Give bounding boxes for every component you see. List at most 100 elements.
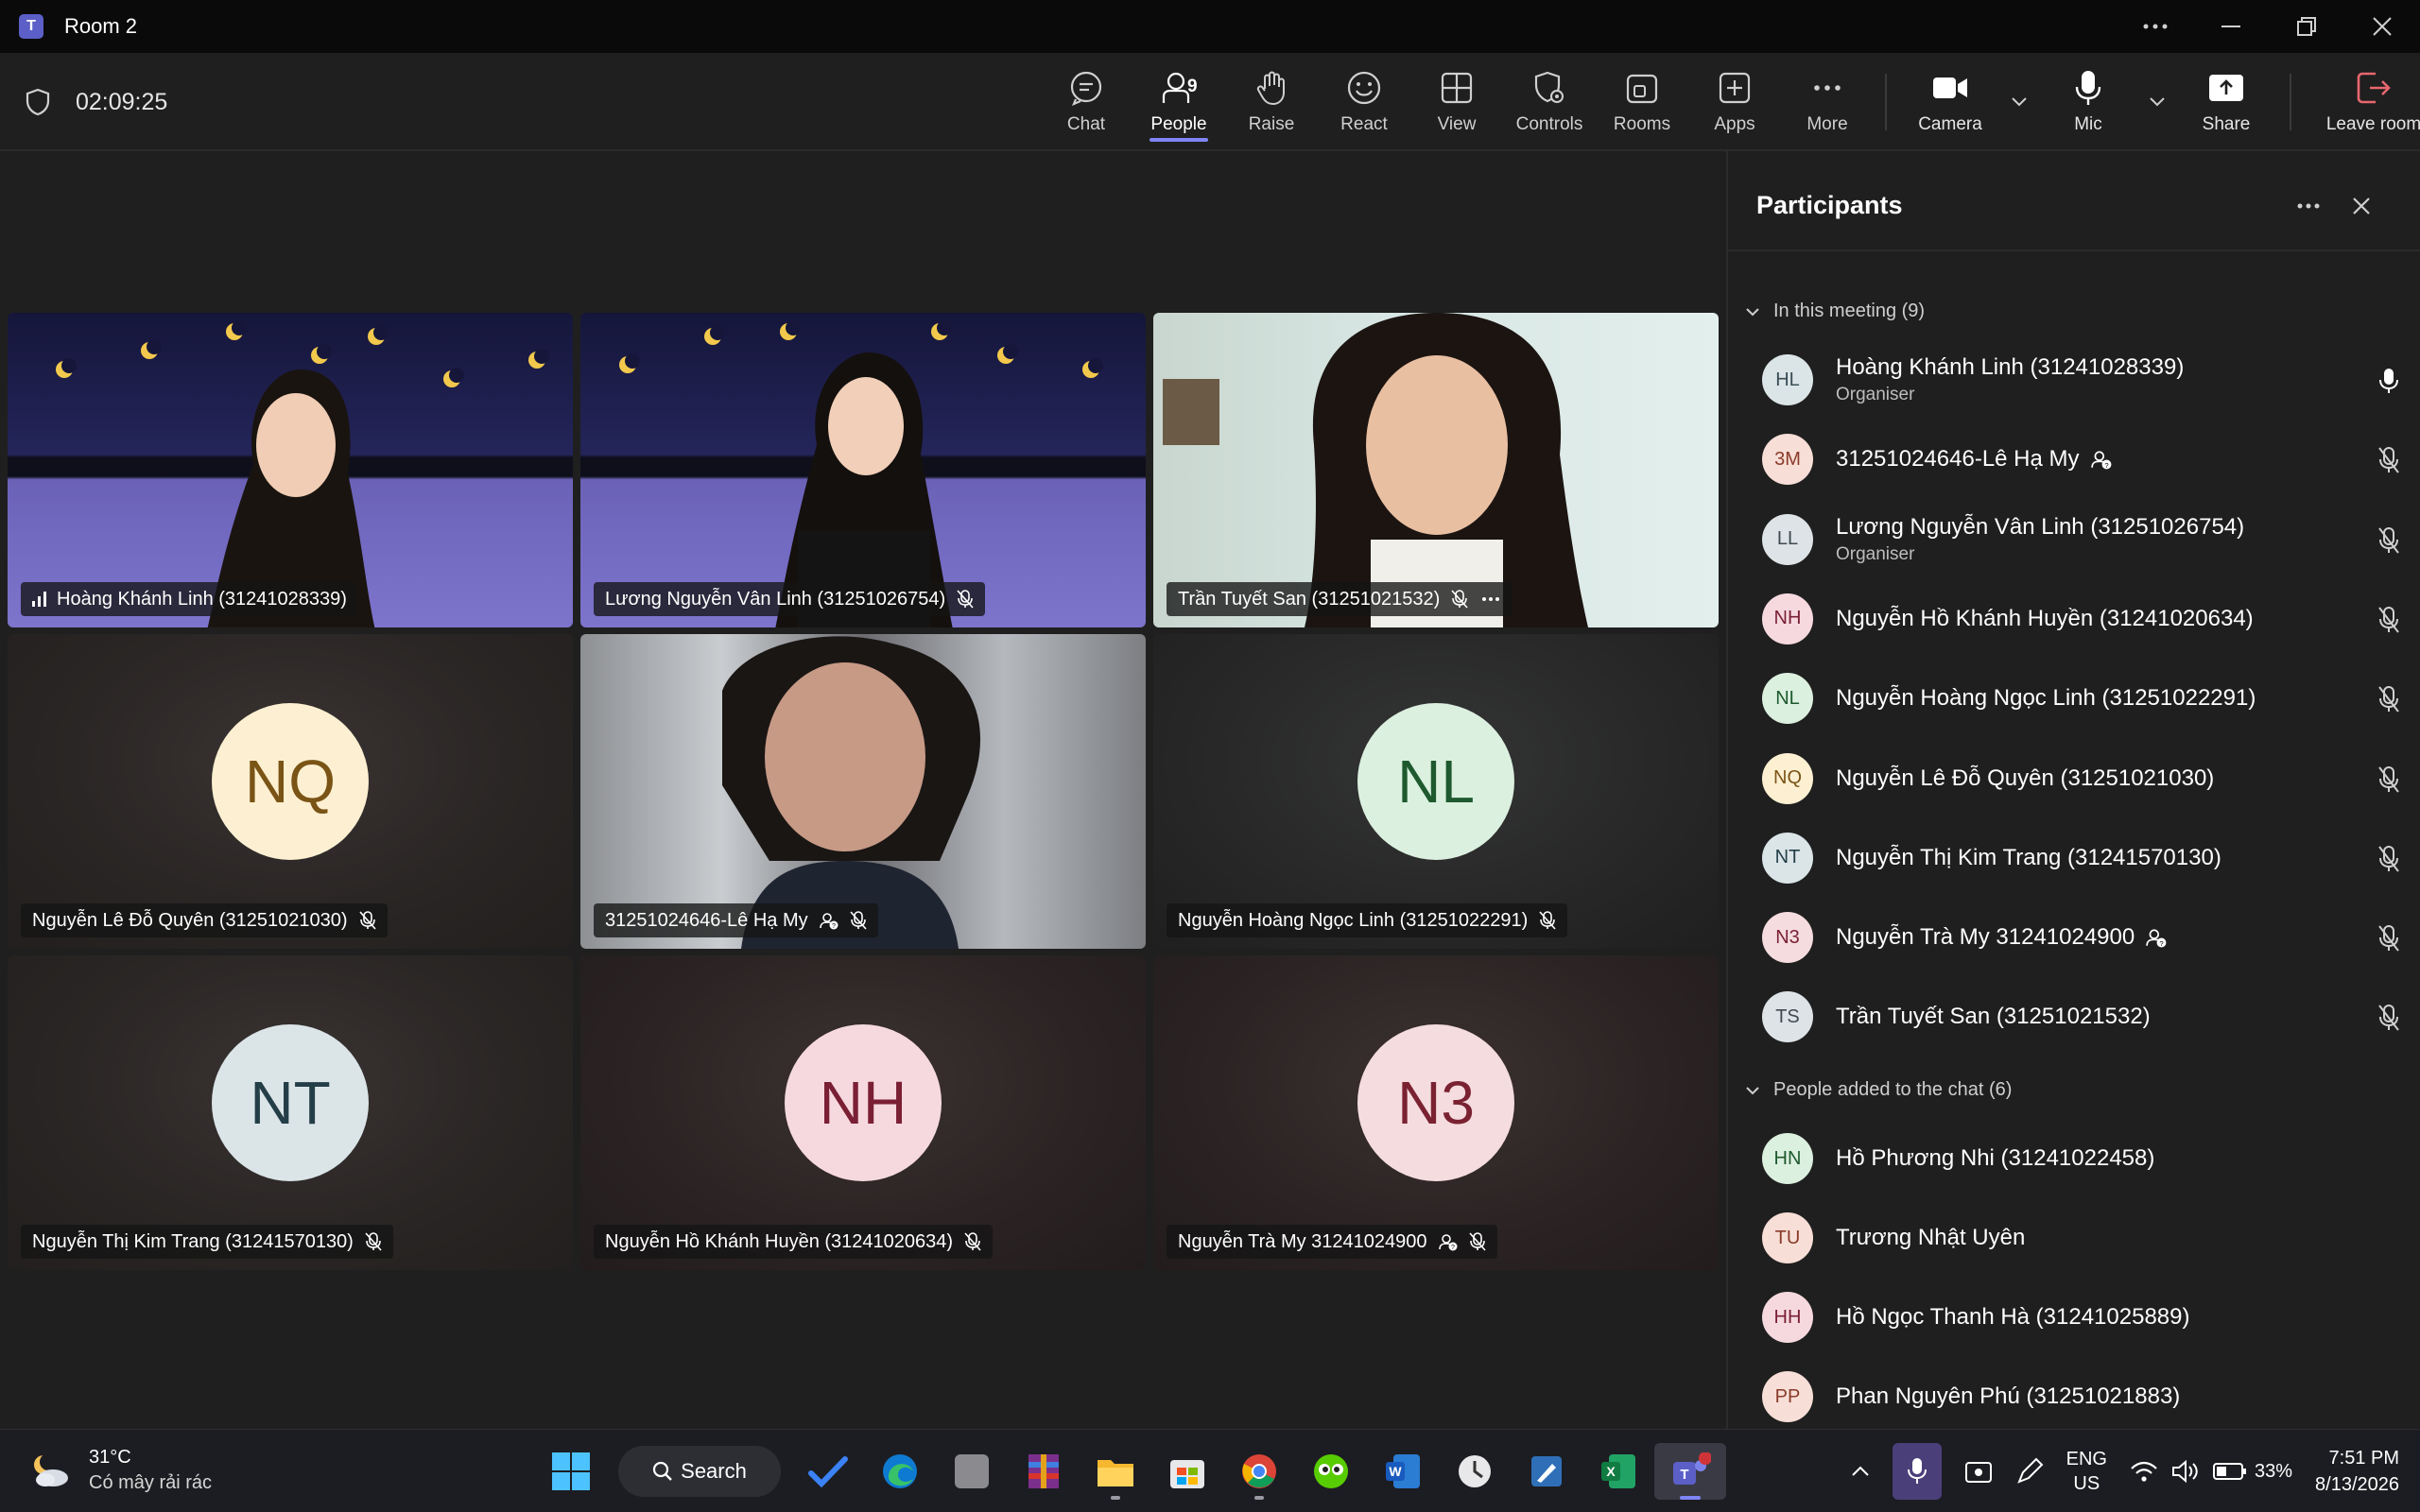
- drawing-app[interactable]: [1511, 1443, 1582, 1500]
- blank-app[interactable]: [936, 1443, 1008, 1500]
- participant-list-item[interactable]: NT Nguyễn Thị Kim Trang (31241570130): [1762, 820, 2405, 896]
- participant-text: Lương Nguyễn Vân Linh (31251026754) Organ…: [1836, 514, 2244, 565]
- participant-list-item[interactable]: TS Trần Tuyết San (31251021532): [1762, 979, 2405, 1055]
- chevron-up-icon: [1851, 1466, 1869, 1476]
- chat-icon: [1070, 71, 1102, 106]
- window-more-button[interactable]: [2118, 0, 2193, 53]
- microphone-in-use-indicator[interactable]: [1892, 1443, 1942, 1500]
- clock-calendar-button[interactable]: 7:51 PM 8/13/2026: [2315, 1445, 2399, 1498]
- raise-label: Raise: [1248, 114, 1295, 134]
- panel-more-button[interactable]: [2291, 189, 2325, 223]
- todo-app[interactable]: [792, 1443, 864, 1500]
- edge-app[interactable]: [864, 1443, 936, 1500]
- raise-hand-button[interactable]: Raise: [1225, 53, 1318, 151]
- winrar-app[interactable]: [1008, 1443, 1080, 1500]
- participant-text: Trần Tuyết San (31251021532): [1836, 1004, 2151, 1030]
- leave-room-button[interactable]: Leave room: [2303, 53, 2420, 151]
- camera-button[interactable]: Camera: [1898, 53, 2002, 151]
- video-tile[interactable]: NH Nguyễn Hồ Khánh Huyền (31241020634): [580, 955, 1146, 1270]
- participant-list-item[interactable]: TU Trương Nhật Uyên: [1762, 1200, 2405, 1276]
- participant-list-item[interactable]: NQ Nguyễn Lê Đỗ Quyên (31251021030): [1762, 741, 2405, 816]
- video-tile[interactable]: N3 Nguyễn Trà My 31241024900 ?: [1153, 955, 1719, 1270]
- minimize-button[interactable]: [2193, 0, 2269, 53]
- participant-name: Nguyễn Hoàng Ngọc Linh (31251022291): [1178, 909, 1529, 931]
- breakout-rooms-icon: [1626, 74, 1658, 104]
- participant-avatar: N3: [1762, 912, 1813, 964]
- microphone-icon: [1907, 1458, 1927, 1484]
- mic-options-button[interactable]: [2140, 53, 2174, 151]
- quick-settings-button[interactable]: 33%: [2130, 1460, 2292, 1483]
- video-tile[interactable]: NL Nguyễn Hoàng Ngọc Linh (31251022291): [1153, 634, 1719, 949]
- pen-menu-button[interactable]: [2015, 1457, 2044, 1486]
- participant-name-row: 31251024646-Lê Hạ My?: [1836, 446, 2112, 472]
- apps-button[interactable]: Apps: [1688, 53, 1781, 151]
- video-tile[interactable]: Hoàng Khánh Linh (31241028339): [8, 313, 573, 627]
- chevron-down-icon: [1746, 1086, 1759, 1094]
- participant-list-item[interactable]: PP Phan Nguyên Phú (31251021883): [1762, 1359, 2405, 1435]
- windows-taskbar: 31°C Có mây rải rác Search W X T ENG US …: [0, 1429, 2420, 1512]
- keyboard-region: US: [2073, 1473, 2100, 1494]
- participant-name: Nguyễn Hoàng Ngọc Linh (31251022291): [1836, 685, 2256, 712]
- panel-close-button[interactable]: [2344, 189, 2378, 223]
- added-section-toggle[interactable]: People added to the chat (6): [1745, 1079, 2012, 1101]
- weather-cloud-moon-icon: [34, 1453, 68, 1486]
- participant-name-row: Nguyễn Hồ Khánh Huyền (31241020634): [1836, 606, 2254, 632]
- meeting-timer: 02:09:25: [23, 87, 167, 117]
- excel-app[interactable]: X: [1582, 1443, 1654, 1500]
- more-button[interactable]: More: [1781, 53, 1874, 151]
- video-tile[interactable]: Lương Nguyễn Vân Linh (31251026754): [580, 313, 1146, 627]
- chat-button[interactable]: Chat: [1040, 53, 1132, 151]
- more-horizontal-icon: [2297, 203, 2320, 209]
- controls-button[interactable]: Controls: [1503, 53, 1596, 151]
- word-app[interactable]: W: [1367, 1443, 1439, 1500]
- participant-list-item[interactable]: N3 Nguyễn Trà My 31241024900?: [1762, 900, 2405, 975]
- participant-list-item[interactable]: HL Hoàng Khánh Linh (31241028339) Organise…: [1762, 342, 2405, 418]
- input-language-button[interactable]: ENG US: [2066, 1447, 2107, 1496]
- weather-widget[interactable]: 31°C Có mây rải rác: [28, 1447, 212, 1494]
- restore-button[interactable]: [2269, 0, 2344, 53]
- show-hidden-icons-button[interactable]: [1851, 1466, 1870, 1477]
- screen-capture-button[interactable]: [1964, 1459, 1993, 1484]
- add-app-icon: [1719, 72, 1751, 104]
- clock-app[interactable]: [1439, 1443, 1511, 1500]
- taskbar-search[interactable]: Search: [618, 1446, 781, 1497]
- participant-name: Nguyễn Lê Đỗ Quyên (31251021030): [32, 909, 348, 931]
- microsoft-store-app[interactable]: [1151, 1443, 1223, 1500]
- video-tile[interactable]: Trần Tuyết San (31251021532): [1153, 313, 1719, 627]
- people-button[interactable]: 9 People: [1132, 53, 1225, 151]
- participant-name-row: Hồ Ngọc Thanh Hà (31241025889): [1836, 1304, 2189, 1331]
- video-tile[interactable]: 31251024646-Lê Hạ My ?: [580, 634, 1146, 949]
- participant-name: Lương Nguyễn Vân Linh (31251026754): [1836, 513, 2245, 540]
- participant-name-row: Hồ Phương Nhi (31241022458): [1836, 1145, 2154, 1172]
- start-button[interactable]: [535, 1443, 607, 1500]
- mic-off-icon: [957, 590, 974, 609]
- participant-list-item[interactable]: HH Hồ Ngọc Thanh Hà (31241025889): [1762, 1280, 2405, 1355]
- video-tile[interactable]: NQ Nguyễn Lê Đỗ Quyên (31251021030): [8, 634, 573, 949]
- share-button[interactable]: Share: [2174, 53, 2278, 151]
- participant-list-item[interactable]: LL Lương Nguyễn Vân Linh (31251026754) Org…: [1762, 502, 2405, 577]
- file-explorer-app[interactable]: [1080, 1443, 1151, 1500]
- participant-text: Nguyễn Thị Kim Trang (31241570130): [1836, 845, 2221, 871]
- mic-off-indicator: [2373, 683, 2405, 715]
- teams-app[interactable]: T: [1654, 1443, 1726, 1500]
- rooms-button[interactable]: Rooms: [1596, 53, 1688, 151]
- chrome-app[interactable]: [1223, 1443, 1295, 1500]
- mic-button[interactable]: Mic: [2036, 53, 2140, 151]
- mic-off-icon: [964, 1232, 981, 1251]
- video-tile[interactable]: NT Nguyễn Thị Kim Trang (31241570130): [8, 955, 573, 1270]
- in-meeting-section-toggle[interactable]: In this meeting (9): [1745, 301, 1925, 322]
- participant-list-item[interactable]: NL Nguyễn Hoàng Ngọc Linh (31251022291): [1762, 661, 2405, 736]
- running-indicator: [1111, 1496, 1120, 1500]
- participant-list-item[interactable]: HN Hồ Phương Nhi (31241022458): [1762, 1121, 2405, 1196]
- duolingo-app[interactable]: [1295, 1443, 1367, 1500]
- react-button[interactable]: React: [1318, 53, 1410, 151]
- meeting-toolbar: 02:09:25 Chat 9 People Raise React View …: [0, 53, 2420, 151]
- close-icon: [2353, 198, 2370, 215]
- participant-list-item[interactable]: NH Nguyễn Hồ Khánh Huyền (31241020634): [1762, 581, 2405, 657]
- running-indicator: [1254, 1496, 1264, 1500]
- view-button[interactable]: View: [1410, 53, 1503, 151]
- system-tray: ENG US 33% 7:51 PM 8/13/2026: [1840, 1430, 2420, 1512]
- close-window-button[interactable]: [2344, 0, 2420, 53]
- camera-options-button[interactable]: [2002, 53, 2036, 151]
- participant-list-item[interactable]: 3M 31251024646-Lê Hạ My?: [1762, 421, 2405, 497]
